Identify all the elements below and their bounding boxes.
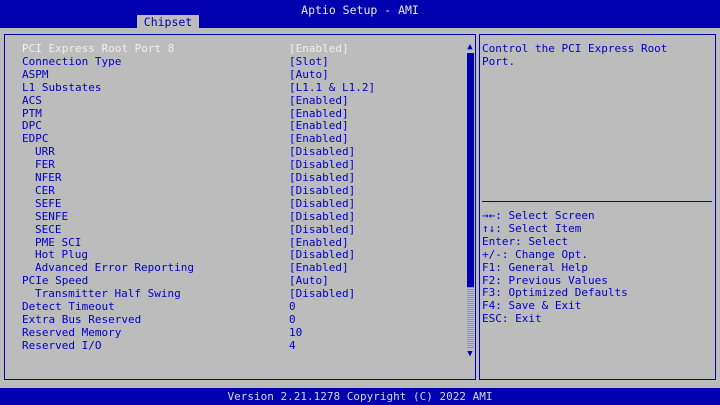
- setting-label[interactable]: Extra Bus Reserved: [22, 313, 141, 326]
- setting-label[interactable]: Reserved Memory: [22, 326, 121, 339]
- setting-label[interactable]: SEFE: [35, 197, 62, 210]
- setting-label[interactable]: ACS: [22, 94, 42, 107]
- help-divider: [482, 201, 712, 202]
- setting-value[interactable]: [Disabled]: [289, 287, 355, 300]
- setting-value[interactable]: [Disabled]: [289, 158, 355, 171]
- setting-label[interactable]: FER: [35, 158, 55, 171]
- setting-label[interactable]: Transmitter Half Swing: [35, 287, 181, 300]
- setting-label[interactable]: ASPM: [22, 68, 49, 81]
- setting-value[interactable]: 0: [289, 300, 296, 313]
- setting-label[interactable]: Hot Plug: [35, 248, 88, 261]
- tab-chipset[interactable]: Chipset: [137, 15, 199, 29]
- key-help-item: ESC: Exit: [482, 312, 542, 326]
- key-help-item: F3: Optimized Defaults: [482, 286, 628, 300]
- setting-value[interactable]: [Slot]: [289, 55, 329, 68]
- setting-label[interactable]: Advanced Error Reporting: [35, 261, 194, 274]
- key-help-item: →←: Select Screen: [482, 209, 595, 222]
- help-description: Control the PCI Express Root Port.: [482, 42, 675, 68]
- setting-value[interactable]: [Auto]: [289, 274, 329, 287]
- setting-value[interactable]: 4: [289, 339, 296, 352]
- setting-value[interactable]: [Disabled]: [289, 210, 355, 223]
- setting-label[interactable]: PCI Express Root Port 8: [22, 42, 174, 55]
- scroll-up-arrow-icon[interactable]: ▲: [465, 41, 475, 53]
- key-help-item: F2: Previous Values: [482, 273, 608, 287]
- setting-value[interactable]: [Enabled]: [289, 132, 349, 145]
- setting-value[interactable]: [Disabled]: [289, 171, 355, 184]
- setting-value[interactable]: [Enabled]: [289, 107, 349, 120]
- setting-label[interactable]: PME SCI: [35, 236, 81, 249]
- scrollbar-remaining: [467, 287, 474, 348]
- setting-label[interactable]: EDPC: [22, 132, 49, 145]
- setting-label[interactable]: SENFE: [35, 210, 68, 223]
- setting-value[interactable]: 0: [289, 313, 296, 326]
- setting-value[interactable]: [Enabled]: [289, 119, 349, 132]
- setting-label[interactable]: URR: [35, 145, 55, 158]
- setting-value[interactable]: [Disabled]: [289, 223, 355, 236]
- setting-label[interactable]: L1 Substates: [22, 81, 101, 94]
- app-title: Aptio Setup - AMI: [301, 3, 419, 17]
- setting-value[interactable]: [Enabled]: [289, 42, 349, 55]
- top-bar: Aptio Setup - AMI Chipset: [0, 0, 720, 29]
- scrollbar-thumb[interactable]: [467, 53, 474, 287]
- setting-value[interactable]: [Enabled]: [289, 94, 349, 107]
- key-help-item: ↑↓: Select Item: [482, 221, 582, 235]
- setting-label[interactable]: Detect Timeout: [22, 300, 115, 313]
- footer-version: Version 2.21.1278 Copyright (C) 2022 AMI: [0, 388, 720, 405]
- setting-label[interactable]: PCIe Speed: [22, 274, 88, 287]
- setting-value[interactable]: [Disabled]: [289, 184, 355, 197]
- setting-label[interactable]: DPC: [22, 119, 42, 132]
- key-help-item: Enter: Select: [482, 234, 569, 248]
- setting-label[interactable]: Connection Type: [22, 55, 121, 68]
- key-help-item: F4: Save & Exit: [482, 299, 582, 313]
- setting-label[interactable]: SECE: [35, 223, 62, 236]
- setting-label[interactable]: PTM: [22, 107, 42, 120]
- setting-value[interactable]: 10: [289, 326, 302, 339]
- help-frame: [479, 34, 716, 380]
- setting-value[interactable]: [Enabled]: [289, 236, 349, 249]
- setting-value[interactable]: [Enabled]: [289, 261, 349, 274]
- setting-value[interactable]: [Disabled]: [289, 145, 355, 158]
- setting-label[interactable]: CER: [35, 184, 55, 197]
- key-help-item: +/-: Change Opt.: [482, 247, 588, 261]
- scroll-down-arrow-icon[interactable]: ▼: [465, 348, 475, 360]
- setting-label[interactable]: Reserved I/O: [22, 339, 101, 352]
- setting-label[interactable]: NFER: [35, 171, 62, 184]
- setting-value[interactable]: [L1.1 & L1.2]: [289, 81, 375, 94]
- setting-value[interactable]: [Disabled]: [289, 197, 355, 210]
- key-help-item: F1: General Help: [482, 260, 588, 274]
- setting-value[interactable]: [Auto]: [289, 68, 329, 81]
- setting-value[interactable]: [Disabled]: [289, 248, 355, 261]
